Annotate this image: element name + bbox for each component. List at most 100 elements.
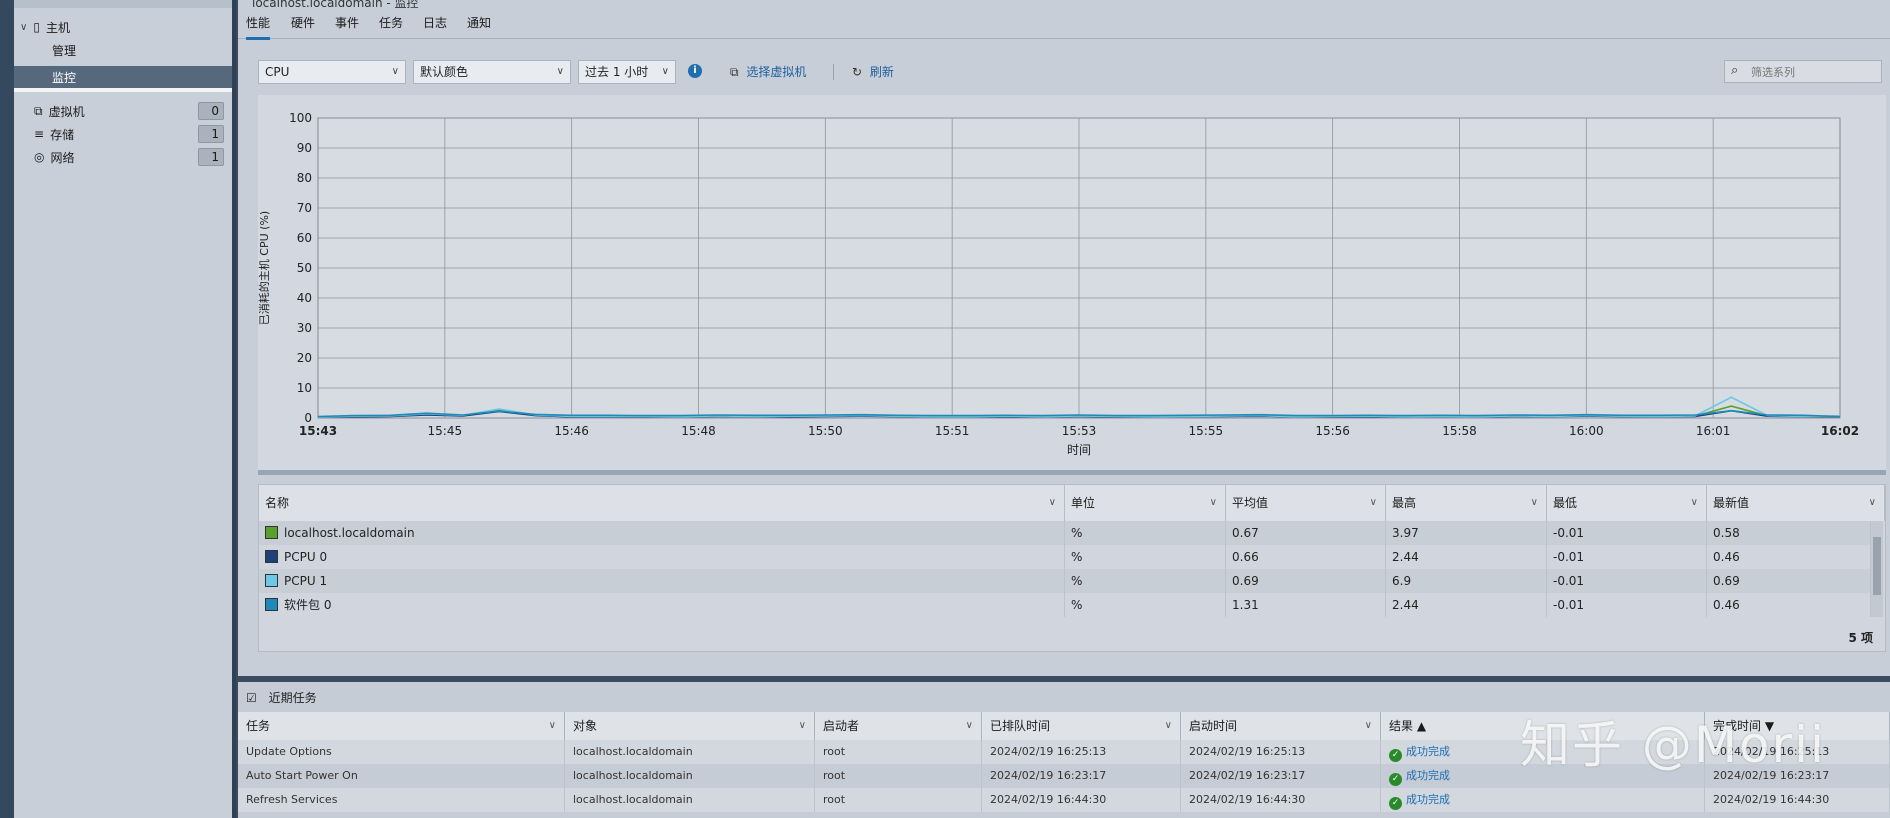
- cell-unit: %: [1065, 569, 1226, 593]
- task-cell-task: Update Options: [238, 740, 565, 764]
- chevron-down-icon[interactable]: ∨: [1165, 712, 1172, 740]
- select-vm-icon: ⧉: [730, 65, 739, 79]
- column-header-unit[interactable]: 单位 ∨: [1065, 485, 1226, 521]
- series-filter[interactable]: ⌕: [1724, 60, 1882, 83]
- x-tick-label: 15:53: [1062, 424, 1097, 438]
- time-range-select[interactable]: 过去 1 小时 ∨: [578, 60, 676, 84]
- header-latest-label: 最新值: [1713, 496, 1750, 510]
- y-tick-label: 90: [297, 141, 312, 155]
- nav-header-partial: [14, 0, 232, 8]
- chevron-down-icon[interactable]: ∨: [20, 22, 27, 33]
- y-tick-label: 40: [297, 291, 312, 305]
- y-tick-label: 0: [304, 411, 312, 425]
- task-cell-started: 2024/02/19 16:23:17: [1181, 764, 1381, 788]
- tab-logs[interactable]: 日志: [423, 14, 447, 31]
- monitor-tabs: 性能 硬件 事件 任务 日志 通知: [238, 0, 1890, 40]
- nav-item-monitor[interactable]: 监控: [14, 66, 232, 88]
- task-cell-task: Refresh Services: [238, 788, 565, 812]
- table-scrollbar[interactable]: [1871, 521, 1883, 617]
- chevron-down-icon[interactable]: ∨: [966, 712, 973, 740]
- select-vm-button[interactable]: ⧉ 选择虚拟机: [730, 63, 806, 80]
- chevron-down-icon[interactable]: ∨: [1691, 485, 1698, 521]
- chevron-down-icon[interactable]: ∨: [799, 712, 806, 740]
- x-tick-label: 15:48: [681, 424, 716, 438]
- cell-min: -0.01: [1547, 569, 1707, 593]
- chevron-down-icon[interactable]: ∨: [1370, 485, 1377, 521]
- column-header-max[interactable]: 最高 ∨: [1386, 485, 1547, 521]
- info-icon[interactable]: i: [688, 64, 702, 78]
- result-link[interactable]: 成功完成: [1406, 793, 1450, 806]
- tab-tasks[interactable]: 任务: [379, 14, 403, 31]
- x-tick-label: 16:01: [1696, 424, 1731, 438]
- chevron-down-icon[interactable]: ∨: [549, 712, 556, 740]
- time-range-value: 过去 1 小时: [585, 65, 649, 79]
- tasks-column-task[interactable]: 任务 ∨: [238, 712, 565, 740]
- series-filter-input[interactable]: [1749, 62, 1881, 83]
- metric-select[interactable]: CPU ∨: [258, 60, 406, 84]
- cell-avg: 0.67: [1226, 521, 1386, 545]
- recent-tasks-header[interactable]: ☑ 近期任务: [246, 689, 317, 706]
- tasks-column-initiator[interactable]: 启动者 ∨: [815, 712, 982, 740]
- column-header-latest[interactable]: 最新值 ∨: [1707, 485, 1885, 521]
- tasks-column-started[interactable]: 启动时间 ∨: [1181, 712, 1381, 740]
- y-tick-label: 50: [297, 261, 312, 275]
- nav-host-label: 主机: [45, 20, 70, 35]
- series-table: 名称 ∨ 单位 ∨ 平均值 ∨ 最高 ∨ 最低 ∨ 最新值 ∨ localhost.loca…: [258, 484, 1886, 652]
- chart-table-splitter[interactable]: [258, 470, 1886, 475]
- cell-latest: 0.46: [1707, 593, 1871, 617]
- cell-unit: %: [1065, 545, 1226, 569]
- task-cell-queued: 2024/02/19 16:44:30: [982, 788, 1181, 812]
- table-row[interactable]: 软件包 0% 1.31 2.44 -0.01 0.46: [259, 593, 1871, 617]
- tab-events[interactable]: 事件: [335, 14, 359, 31]
- nav-item-network[interactable]: ◎ 网络 1: [14, 146, 232, 168]
- series-color-swatch: [265, 598, 278, 611]
- scrollbar-thumb[interactable]: [1873, 537, 1881, 595]
- chevron-down-icon[interactable]: ∨: [1531, 485, 1538, 521]
- tab-hardware[interactable]: 硬件: [291, 14, 315, 31]
- task-cell-object: localhost.localdomain: [565, 788, 815, 812]
- nav-item-manage[interactable]: 管理: [14, 39, 232, 61]
- metric-select-value: CPU: [265, 65, 290, 79]
- tab-notifications[interactable]: 通知: [467, 14, 491, 31]
- table-row[interactable]: localhost.localdomain% 0.67 3.97 -0.01 0.58: [259, 521, 1871, 545]
- refresh-icon: ↻: [852, 65, 863, 79]
- nav-item-vms[interactable]: ⧉ 虚拟机 0: [14, 100, 232, 122]
- result-link[interactable]: 成功完成: [1406, 769, 1450, 782]
- table-row[interactable]: PCPU 0% 0.66 2.44 -0.01 0.46: [259, 545, 1871, 569]
- recent-tasks-title: 近期任务: [268, 691, 317, 705]
- nav-host-group[interactable]: ∨ ▯ 主机: [14, 16, 232, 38]
- color-scheme-select[interactable]: 默认颜色 ∨: [413, 60, 571, 84]
- tasks-column-queued[interactable]: 已排队时间 ∨: [982, 712, 1181, 740]
- cell-avg: 0.69: [1226, 569, 1386, 593]
- chevron-down-icon[interactable]: ∨: [1869, 485, 1876, 521]
- tasks-column-object[interactable]: 对象 ∨: [565, 712, 815, 740]
- column-header-name[interactable]: 名称 ∨: [259, 485, 1065, 521]
- column-header-average[interactable]: 平均值 ∨: [1226, 485, 1386, 521]
- refresh-button[interactable]: ↻ 刷新: [852, 63, 894, 80]
- series-color-swatch: [265, 550, 278, 563]
- cell-unit: %: [1065, 521, 1226, 545]
- tasks-icon: ☑: [246, 691, 257, 705]
- column-header-min[interactable]: 最低 ∨: [1547, 485, 1707, 521]
- task-cell-queued: 2024/02/19 16:23:17: [982, 764, 1181, 788]
- nav-item-storage[interactable]: ≡ 存储 1: [14, 123, 232, 145]
- y-tick-label: 100: [289, 111, 312, 125]
- nav-storage-label: 存储: [50, 127, 75, 142]
- nav-edge: [0, 0, 14, 818]
- nav-manage-label: 管理: [52, 43, 77, 58]
- cell-max: 3.97: [1386, 521, 1547, 545]
- task-row[interactable]: Refresh Services localhost.localdomain roo…: [238, 788, 1890, 812]
- tasks-header-object: 对象: [573, 719, 598, 733]
- network-count-badge: 1: [198, 148, 224, 166]
- y-tick-label: 20: [297, 351, 312, 365]
- chevron-down-icon[interactable]: ∨: [1210, 485, 1217, 521]
- task-cell-queued: 2024/02/19 16:25:13: [982, 740, 1181, 764]
- chevron-down-icon[interactable]: ∨: [1365, 712, 1372, 740]
- table-row[interactable]: PCPU 1% 0.69 6.9 -0.01 0.69: [259, 569, 1871, 593]
- result-link[interactable]: 成功完成: [1406, 745, 1450, 758]
- task-cell-initiator: root: [815, 764, 982, 788]
- y-tick-label: 60: [297, 231, 312, 245]
- tab-performance[interactable]: 性能: [246, 14, 271, 40]
- chevron-down-icon[interactable]: ∨: [1049, 485, 1056, 521]
- tasks-header-initiator: 启动者: [823, 719, 860, 733]
